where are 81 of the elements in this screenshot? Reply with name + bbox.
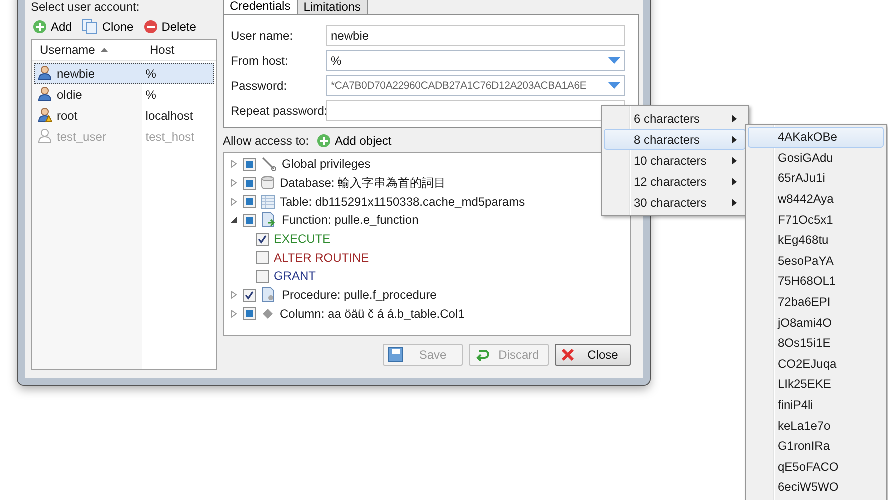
host-text: %	[146, 88, 156, 102]
tab[interactable]: Credentials	[223, 0, 298, 14]
user-row[interactable]: oldie %	[34, 84, 214, 105]
delete-button[interactable]: Delete	[142, 20, 198, 34]
menu-item[interactable]: 4AKakOBe	[748, 127, 884, 148]
tree-item-label[interactable]: Column: aa öäü č á á.b_table.Col1	[280, 306, 465, 321]
menu-item[interactable]: 5esoPaYA	[748, 250, 884, 272]
tree-item-label[interactable]: Database: 輸入字串為首的詞目	[280, 174, 446, 192]
field-label: User name:	[231, 28, 294, 42]
username-text: oldie	[57, 88, 82, 102]
menu-item[interactable]: 72ba6EPI	[748, 292, 884, 312]
add-object-button[interactable]: Add object	[315, 134, 394, 148]
checkbox[interactable]	[243, 158, 256, 171]
menu-item[interactable]: keLa1e7o	[748, 415, 884, 436]
sort-arrow-icon	[101, 48, 108, 52]
checkbox[interactable]	[256, 232, 269, 246]
checkbox[interactable]	[243, 214, 256, 227]
menu-item[interactable]: 6eciW5WO	[748, 477, 884, 498]
access-label: Allow access to:	[223, 134, 310, 148]
menu-item[interactable]: finiP4li	[748, 394, 884, 416]
host-text: localhost	[146, 108, 194, 122]
menu-item[interactable]: 6 characters	[604, 108, 746, 129]
privilege-label[interactable]: ALTER ROUTINE	[274, 250, 370, 265]
add-icon	[317, 134, 332, 148]
checkbox[interactable]	[243, 307, 256, 320]
clone-button[interactable]: Clone	[80, 19, 136, 35]
host-text: test_host	[146, 130, 194, 144]
checkbox[interactable]	[256, 270, 269, 283]
dropdown-arrow-icon[interactable]	[608, 82, 621, 90]
username-text: test_user	[57, 130, 106, 144]
checkbox[interactable]	[243, 195, 256, 208]
combo-field[interactable]: *CA7B0D70A22960CADB27A1C76D12A203ACBA1A6E	[326, 75, 625, 96]
menu-item[interactable]: jO8ami4O	[748, 312, 884, 333]
menu-item[interactable]: 75H68OL1	[748, 271, 884, 292]
menu-item[interactable]: G1ronIRa	[748, 436, 884, 456]
user-row[interactable]: newbie %	[34, 63, 214, 84]
tree-item-label[interactable]: Procedure: pulle.f_procedure	[282, 288, 437, 302]
expander-icon[interactable]	[230, 216, 238, 224]
input-field[interactable]: newbie	[326, 25, 625, 46]
field-label: From host:	[231, 54, 290, 68]
menu-item[interactable]: 8 characters	[604, 129, 746, 150]
tab[interactable]: Limitations	[296, 0, 368, 14]
submenu-arrow-icon	[732, 136, 737, 144]
section-heading: Select user account:	[31, 0, 141, 16]
tree-item-label[interactable]: Table: db115291x1150338.cache_md5params	[280, 194, 526, 209]
input-field[interactable]	[326, 100, 625, 121]
menu-item[interactable]: CO2EJuqa	[748, 354, 884, 374]
submenu-arrow-icon	[732, 198, 737, 206]
column-header[interactable]: Username	[32, 40, 142, 60]
host-text: %	[146, 66, 156, 80]
menu-item[interactable]: 12 characters	[604, 171, 746, 192]
tree-item-label[interactable]: Function: pulle.e_function	[282, 213, 419, 228]
submenu-arrow-icon	[732, 114, 737, 122]
submenu-arrow-icon	[732, 156, 737, 164]
username-text: root	[57, 108, 78, 122]
close-button[interactable]: Close	[555, 344, 631, 366]
menu-item[interactable]: GosiGAdu	[748, 148, 884, 168]
column-header[interactable]: Host	[142, 40, 216, 60]
checkbox[interactable]	[243, 176, 256, 190]
checkbox[interactable]	[243, 288, 256, 302]
menu-item[interactable]: 10 characters	[604, 150, 746, 171]
combo-field[interactable]: %	[326, 50, 625, 71]
menu-item[interactable]: 8Os15i1E	[748, 332, 884, 354]
menu-item[interactable]: kEg468tu	[748, 230, 884, 251]
privilege-label[interactable]: GRANT	[274, 269, 316, 284]
checkbox[interactable]	[256, 251, 269, 264]
field-label: Password:	[231, 78, 288, 92]
menu-item[interactable]: 30 characters	[604, 192, 746, 213]
menu-item[interactable]: 65rAJu1i	[748, 168, 884, 189]
username-text: newbie	[57, 66, 96, 80]
field-label: Repeat password:	[231, 104, 326, 118]
add-button[interactable]: Add	[31, 20, 74, 34]
dropdown-arrow-icon[interactable]	[608, 57, 621, 65]
user-row[interactable]: root localhost	[34, 105, 214, 126]
menu-item[interactable]: F71Oc5x1	[748, 209, 884, 230]
tree-item-label[interactable]: Global privileges	[282, 157, 371, 172]
menu-item[interactable]: qE5oFACO	[748, 456, 884, 478]
privilege-label[interactable]: EXECUTE	[274, 232, 331, 246]
menu-item[interactable]: LIk25EKE	[748, 374, 884, 395]
submenu-arrow-icon	[732, 178, 737, 186]
menu-item[interactable]: w8442Aya	[748, 188, 884, 210]
